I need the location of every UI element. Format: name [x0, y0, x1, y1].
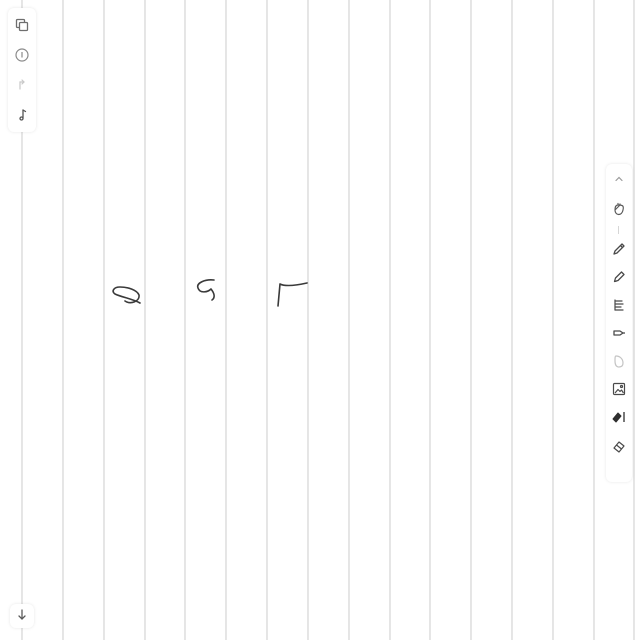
marker-icon[interactable] — [608, 294, 630, 316]
lasso-icon[interactable] — [608, 406, 630, 428]
image-icon[interactable] — [608, 378, 630, 400]
copy-icon[interactable] — [11, 14, 33, 36]
shape-icon[interactable] — [608, 436, 630, 458]
highlighter-icon[interactable] — [608, 322, 630, 344]
chevron-up-icon[interactable] — [608, 168, 630, 190]
scroll-down-button[interactable] — [10, 604, 34, 628]
music-note-icon[interactable] — [11, 104, 33, 126]
toolbar-separator — [618, 226, 619, 234]
left-toolbar — [8, 8, 36, 132]
eraser-icon[interactable] — [608, 350, 630, 372]
undo-icon[interactable] — [11, 74, 33, 96]
arrow-down-icon — [15, 607, 29, 626]
right-toolbar — [606, 164, 632, 482]
ruled-canvas[interactable] — [0, 0, 640, 640]
pen-icon[interactable] — [608, 238, 630, 260]
info-icon[interactable] — [11, 44, 33, 66]
ruled-lines — [21, 0, 635, 640]
pencil-icon[interactable] — [608, 266, 630, 288]
hand-icon[interactable] — [608, 198, 630, 220]
